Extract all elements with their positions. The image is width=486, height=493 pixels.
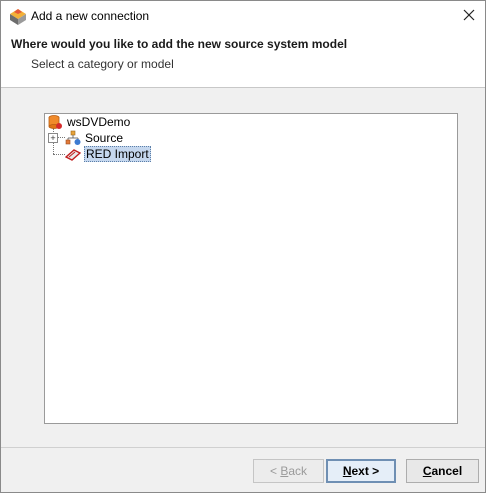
dialog-window: Add a new connection Where would you lik… [0, 0, 486, 493]
wizard-subheading: Select a category or model [31, 57, 174, 71]
title-bar[interactable]: Add a new connection [1, 1, 485, 32]
back-button[interactable]: < Back [253, 459, 324, 483]
tree-expand-toggle[interactable]: + [48, 133, 58, 143]
window-title: Add a new connection [31, 9, 150, 23]
cancel-button-mnemonic: C [422, 464, 432, 478]
red-import-icon [64, 146, 82, 162]
next-button-label: ext > [351, 464, 380, 478]
close-button[interactable] [453, 1, 485, 32]
tree-item-red-import[interactable]: RED Import [64, 146, 151, 162]
tree-item-label: RED Import [84, 146, 151, 162]
tree-root-label: wsDVDemo [67, 115, 131, 129]
back-button-label: ack [288, 464, 308, 478]
network-model-icon [65, 130, 81, 146]
footer-divider [1, 447, 485, 448]
database-icon [47, 114, 63, 130]
cancel-button[interactable]: Cancel [406, 459, 479, 483]
wizard-content: wsDVDemo + Source RED Import [1, 88, 485, 444]
model-tree[interactable]: wsDVDemo + Source RED Import [44, 113, 458, 424]
next-button[interactable]: Next > [326, 459, 396, 483]
wizard-heading: Where would you like to add the new sour… [11, 37, 348, 51]
tree-item-source[interactable]: Source [65, 130, 124, 146]
tree-connector-line [53, 154, 65, 155]
tree-connector-line [57, 137, 65, 138]
back-button-mnemonic: B [280, 464, 289, 478]
tree-root[interactable]: wsDVDemo [47, 114, 131, 130]
wizard-header: Where would you like to add the new sour… [1, 32, 485, 88]
cancel-button-label: ancel [431, 464, 463, 478]
tree-item-label: Source [85, 131, 124, 145]
next-button-mnemonic: N [342, 464, 352, 478]
app-logo-icon [9, 8, 27, 26]
back-button-prefix: < [269, 464, 281, 478]
close-icon [463, 8, 475, 26]
